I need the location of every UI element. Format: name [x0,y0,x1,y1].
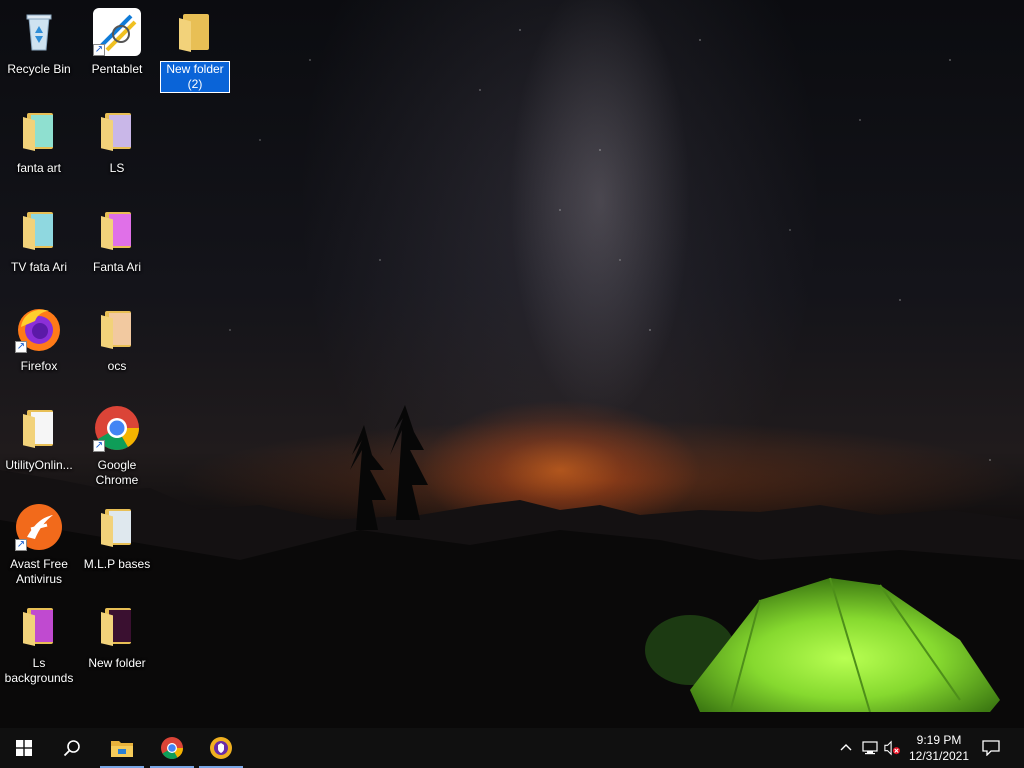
desktop-icon-firefox[interactable]: ↗ Firefox [1,305,77,374]
desktop-icon-label: TV fata Ari [10,260,68,274]
pentablet-icon: ↗ [93,8,141,56]
chevron-up-icon [840,744,852,751]
desktop-icon-tv-fata-ari[interactable]: TV fata Ari [1,206,77,275]
taskbar-avast-browser[interactable] [197,728,245,768]
recycle-bin-icon [15,8,63,56]
desktop-icon-utilityonline[interactable]: UtilityOnlin... [1,404,77,473]
desktop[interactable]: Recycle Bin ↗ Pentablet New folder (2) f… [0,0,1024,728]
clock-date: 12/31/2021 [908,749,970,763]
desktop-icon-ls[interactable]: LS [79,107,155,176]
desktop-icon-label: Avast Free Antivirus [10,557,68,586]
desktop-icon-ocs[interactable]: ocs [79,305,155,374]
desktop-icon-label: Firefox [20,359,58,373]
desktop-icon-label: Fanta Ari [92,260,142,274]
desktop-icon-fanta-art[interactable]: fanta art [1,107,77,176]
folder-icon [93,602,141,650]
desktop-icon-pentablet[interactable]: ↗ Pentablet [79,8,155,77]
shortcut-arrow-icon: ↗ [15,341,27,353]
desktop-icon-fanta-ari[interactable]: Fanta Ari [79,206,155,275]
search-icon [63,740,80,757]
desktop-icon-label: UtilityOnlin... [5,458,73,472]
desktop-icon-mlp-bases[interactable]: M.L.P bases [79,503,155,572]
network-status[interactable] [862,740,878,756]
desktop-icon-google-chrome[interactable]: ↗ Google Chrome [79,404,155,488]
folder-icon [15,206,63,254]
taskbar-file-explorer[interactable] [98,728,146,768]
action-center-icon [982,740,1000,756]
folder-icon [93,503,141,551]
system-clock[interactable]: 9:19 PM 12/31/2021 [904,732,974,764]
volume-control[interactable] [884,740,900,756]
desktop-icon-avast[interactable]: ↗ Avast Free Antivirus [1,503,77,587]
desktop-icon-new-folder-2[interactable]: New folder (2) [157,8,233,93]
desktop-icon-label: ocs [107,359,127,373]
desktop-icon-label: Recycle Bin [7,62,71,76]
folder-icon [15,107,63,155]
shortcut-arrow-icon: ↗ [93,440,105,452]
windows-start-icon [16,740,32,756]
desktop-icon-label: New folder (2) [160,61,230,93]
folder-icon [15,404,63,452]
start-button[interactable] [0,728,48,768]
desktop-icon-label: New folder [88,656,146,670]
desktop-icon-label: Pentablet [91,62,143,76]
avast-browser-icon [210,737,232,759]
show-hidden-icons[interactable] [838,740,854,756]
chrome-icon [161,737,183,759]
desktop-icon-new-folder[interactable]: New folder [79,602,155,671]
desktop-icon-label: M.L.P bases [83,557,151,571]
avast-icon: ↗ [15,503,63,551]
search-button[interactable] [48,728,96,768]
folder-icon [15,602,63,650]
clock-time: 9:19 PM [916,733,962,747]
desktop-icon-ls-backgrounds[interactable]: Ls backgrounds [1,602,77,686]
volume-muted-icon [884,740,900,756]
network-icon [862,741,878,755]
file-explorer-icon [111,741,133,757]
folder-icon [93,305,141,353]
shortcut-arrow-icon: ↗ [15,539,27,551]
folder-icon [93,206,141,254]
action-center-button[interactable] [968,728,1014,768]
desktop-icon-label: Ls backgrounds [4,656,74,685]
chrome-icon: ↗ [93,404,141,452]
taskbar-google-chrome[interactable] [148,728,196,768]
desktop-icon-recycle-bin[interactable]: Recycle Bin [1,8,77,77]
folder-icon [171,8,219,56]
taskbar: 9:19 PM 12/31/2021 [0,728,1024,768]
firefox-icon: ↗ [15,305,63,353]
shortcut-arrow-icon: ↗ [93,44,105,56]
folder-icon [93,107,141,155]
desktop-icon-label: Google Chrome [95,458,139,487]
desktop-icon-label: LS [109,161,125,175]
desktop-icon-label: fanta art [16,161,62,175]
